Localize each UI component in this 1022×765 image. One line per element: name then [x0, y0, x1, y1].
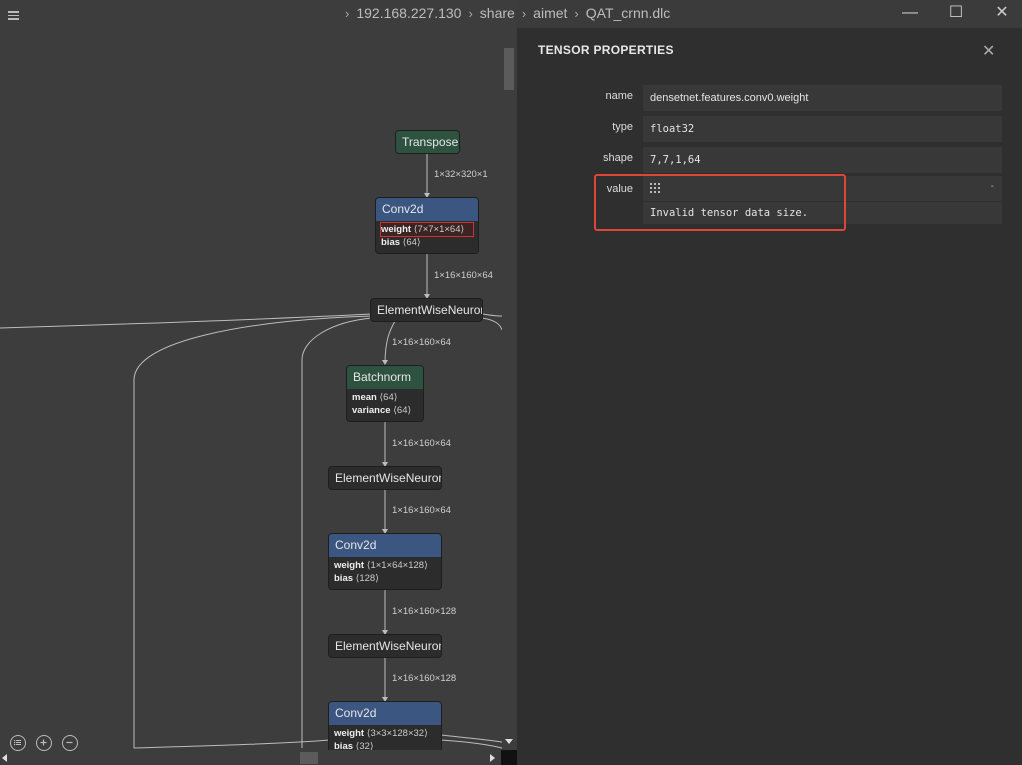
attr-value: ⟨64⟩	[402, 237, 421, 248]
prop-row-type: type float32	[517, 116, 1022, 142]
attr-weight-selected[interactable]: weight ⟨7×7×1×64⟩	[380, 222, 474, 237]
edge-label: 1×16×160×64	[392, 337, 451, 348]
attr-name: weight	[381, 224, 412, 235]
attr-weight[interactable]: weight ⟨1×1×64×128⟩	[334, 559, 436, 572]
edge-label: 1×16×160×128	[392, 673, 457, 684]
prop-label: type	[612, 121, 633, 133]
maximize-button[interactable]: ☐	[946, 4, 966, 24]
node-conv2d-1[interactable]: Conv2d weight ⟨7×7×1×64⟩ bias ⟨64⟩	[375, 197, 479, 254]
attr-name: bias	[381, 237, 401, 248]
edge-label: 1×16×160×64	[392, 438, 451, 449]
prop-value-type[interactable]: float32	[643, 116, 1002, 142]
attr-weight[interactable]: weight ⟨3×3×128×32⟩	[334, 727, 436, 740]
attr-variance[interactable]: variance ⟨64⟩	[352, 404, 418, 417]
prop-value-box: - Invalid tensor data size.	[643, 176, 1002, 224]
chevron-right-icon: ›	[345, 6, 350, 21]
attr-value: ⟨64⟩	[379, 392, 398, 403]
node-conv2d-2[interactable]: Conv2d weight ⟨1×1×64×128⟩ bias ⟨128⟩	[328, 533, 442, 590]
node-elementwiseneuron-2[interactable]: ElementWiseNeuron	[328, 466, 442, 490]
node-title: ElementWiseNeuron	[335, 639, 442, 653]
attr-value: ⟨128⟩	[355, 573, 379, 584]
close-panel-button[interactable]: ✕	[982, 41, 995, 61]
breadcrumb: › 192.168.227.130 › share › aimet › QAT_crnn.dl…	[338, 5, 670, 21]
attr-name: weight	[334, 728, 365, 739]
vertical-scrollbar[interactable]	[502, 40, 515, 744]
prop-value-shape[interactable]: 7,7,1,64	[643, 147, 1002, 173]
app-window: Transpose 1×32×320×1 Conv2d weight ⟨7×7×…	[0, 0, 1022, 765]
node-elementwiseneuron-3[interactable]: ElementWiseNeuron	[328, 634, 442, 658]
list-icon[interactable]	[10, 735, 26, 751]
menu-icon[interactable]	[8, 9, 20, 23]
node-title: Conv2d	[329, 702, 441, 725]
minimize-button[interactable]: —	[900, 4, 920, 24]
node-transpose[interactable]: Transpose	[395, 130, 460, 154]
node-title: ElementWiseNeuron	[377, 303, 483, 317]
prop-row-shape: shape 7,7,1,64	[517, 147, 1022, 173]
edge-label: 1×16×160×128	[392, 606, 457, 617]
node-batchnorm[interactable]: Batchnorm mean ⟨64⟩ variance ⟨64⟩	[346, 365, 424, 422]
edge-label: 1×16×160×64	[392, 505, 451, 516]
scroll-left-arrow-icon[interactable]	[2, 754, 7, 762]
scroll-down-arrow-icon[interactable]	[505, 739, 513, 744]
attr-value: ⟨64⟩	[393, 405, 412, 416]
attr-value: ⟨3×3×128×32⟩	[366, 728, 428, 739]
chevron-right-icon: ›	[468, 6, 473, 21]
attr-bias[interactable]: bias ⟨64⟩	[381, 236, 473, 249]
chevron-right-icon: ›	[574, 6, 579, 21]
attr-name: weight	[334, 560, 365, 571]
attr-name: mean	[352, 392, 377, 403]
node-title: Conv2d	[376, 198, 478, 221]
prop-label: value	[606, 183, 633, 195]
grid-dots-icon[interactable]	[650, 183, 662, 193]
breadcrumb-item[interactable]: aimet	[533, 5, 567, 21]
breadcrumb-item[interactable]: share	[480, 5, 515, 21]
zoom-in-icon[interactable]	[36, 735, 52, 751]
zoom-out-icon[interactable]	[62, 735, 78, 751]
attr-name: bias	[334, 573, 354, 584]
divider	[643, 201, 1002, 202]
node-elementwiseneuron-1[interactable]: ElementWiseNeuron	[370, 298, 483, 322]
prop-row-name: name densetnet.features.conv0.weight	[517, 85, 1022, 111]
attr-mean[interactable]: mean ⟨64⟩	[352, 391, 418, 404]
node-title: Conv2d	[329, 534, 441, 557]
close-window-button[interactable]: ✕	[992, 4, 1012, 24]
breadcrumb-item[interactable]: QAT_crnn.dlc	[586, 5, 671, 21]
attr-bias[interactable]: bias ⟨128⟩	[334, 572, 436, 585]
edge-label: 1×32×320×1	[434, 169, 488, 180]
scrollbar-corner	[501, 750, 517, 765]
panel-title: TENSOR PROPERTIES	[538, 43, 674, 57]
scrollbar-thumb[interactable]	[300, 752, 318, 764]
node-title: Batchnorm	[347, 366, 423, 389]
tensor-properties-panel: TENSOR PROPERTIES ✕ name densetnet.featu…	[517, 28, 1022, 765]
scroll-right-arrow-icon[interactable]	[490, 754, 495, 762]
edge-label: 1×16×160×64	[434, 270, 493, 281]
prop-value-name[interactable]: densetnet.features.conv0.weight	[643, 85, 1002, 111]
horizontal-scrollbar[interactable]	[0, 750, 501, 765]
breadcrumb-item[interactable]: 192.168.227.130	[356, 5, 461, 21]
value-message: Invalid tensor data size.	[650, 207, 809, 219]
graph-canvas[interactable]: Transpose 1×32×320×1 Conv2d weight ⟨7×7×…	[0, 0, 517, 765]
chevron-right-icon: ›	[521, 6, 527, 21]
collapse-toggle[interactable]: -	[991, 181, 994, 192]
window-controls: — ☐ ✕	[882, 4, 1022, 24]
attr-name: variance	[352, 405, 391, 416]
node-title: Transpose	[396, 131, 459, 153]
prop-label: shape	[603, 152, 633, 164]
scrollbar-thumb[interactable]	[504, 48, 514, 90]
prop-label: name	[605, 90, 633, 102]
attr-value: ⟨1×1×64×128⟩	[366, 560, 428, 571]
node-title: ElementWiseNeuron	[335, 471, 442, 485]
attr-value: ⟨7×7×1×64⟩	[413, 224, 465, 235]
